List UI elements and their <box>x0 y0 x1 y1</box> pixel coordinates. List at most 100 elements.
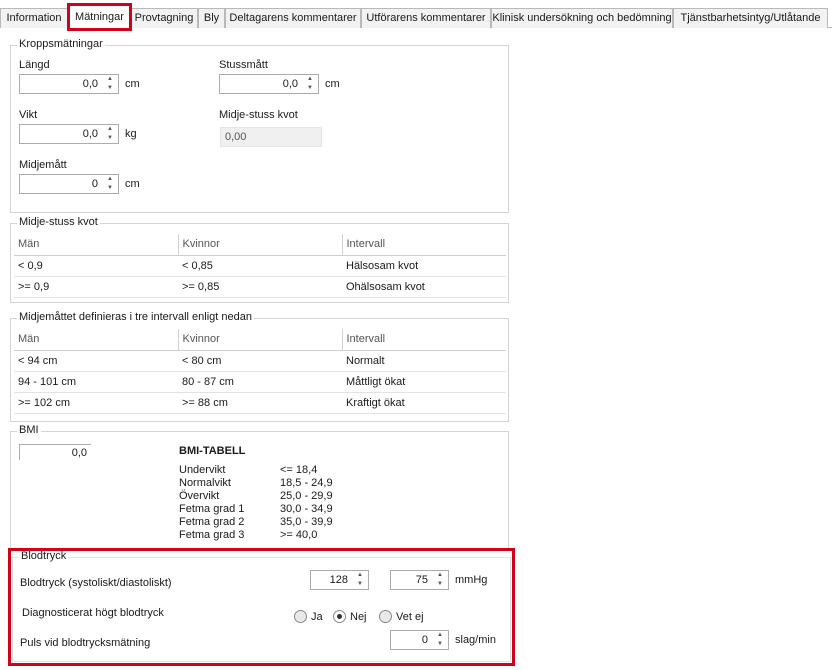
bmi-row: Fetma grad 2 35,0 - 39,9 <box>179 516 333 529</box>
arrow-down-icon[interactable]: ▼ <box>102 84 118 93</box>
puls-unit: slag/min <box>455 634 496 646</box>
bmi-category: Normalvikt <box>179 477 231 489</box>
spin-arrows[interactable]: ▲ ▼ <box>102 175 118 193</box>
spin-arrows[interactable]: ▲ ▼ <box>432 571 448 589</box>
arrow-down-icon[interactable]: ▼ <box>352 580 368 589</box>
spin-arrows[interactable]: ▲ ▼ <box>432 631 448 649</box>
table-cell: >= 0,85 <box>178 276 342 298</box>
arrow-up-icon[interactable]: ▲ <box>102 175 118 184</box>
tab-bly[interactable]: Bly <box>198 8 225 28</box>
tab-provtagning[interactable]: Provtagning <box>130 8 198 28</box>
radio-dot-icon[interactable] <box>379 610 392 623</box>
vikt-stepper[interactable]: 0,0 ▲ ▼ <box>19 124 119 144</box>
puls-stepper[interactable]: 0 ▲ ▼ <box>390 630 449 650</box>
arrow-up-icon[interactable]: ▲ <box>102 125 118 134</box>
table-cell: Kraftigt ökat <box>342 392 506 414</box>
radio-vet-ej[interactable]: Vet ej <box>379 610 424 623</box>
table-cell: Måttligt ökat <box>342 371 506 393</box>
table-row: >= 0,9 >= 0,85 Ohälsosam kvot <box>14 276 506 298</box>
bmi-category: Undervikt <box>179 464 226 476</box>
kvot-label: Midje-stuss kvot <box>219 109 298 121</box>
arrow-up-icon[interactable]: ▲ <box>352 571 368 580</box>
arrow-up-icon[interactable]: ▲ <box>432 571 448 580</box>
spin-arrows[interactable]: ▲ ▼ <box>102 125 118 143</box>
kvot-table: Män Kvinnor Intervall < 0,9 < 0,85 Hälso… <box>14 234 506 298</box>
arrow-down-icon[interactable]: ▼ <box>432 580 448 589</box>
bmi-row: Normalvikt 18,5 - 24,9 <box>179 477 333 490</box>
blodtryck-label: Blodtryck (systoliskt/diastoliskt) <box>20 577 172 589</box>
table-cell: >= 0,9 <box>14 276 178 298</box>
bmi-row: Undervikt <= 18,4 <box>179 464 333 477</box>
tab-klinisk-undersokning[interactable]: Klinisk undersökning och bedömning <box>491 8 673 28</box>
puls-value: 0 <box>421 634 428 646</box>
group-title: BMI <box>17 424 41 436</box>
tab-utforarens-kommentarer[interactable]: Utförarens kommentarer <box>361 8 491 28</box>
tab-matningar[interactable]: Mätningar <box>67 3 132 31</box>
stuss-value: 0,0 <box>282 78 298 90</box>
bmi-row: Fetma grad 3 >= 40,0 <box>179 529 333 542</box>
table-cell: Ohälsosam kvot <box>342 276 506 298</box>
bmi-category: Fetma grad 1 <box>179 503 245 515</box>
group-title: Blodtryck <box>19 550 69 562</box>
tab-tjanstbarhetsintyg[interactable]: Tjänstbarhetsintyg/Utlåtande <box>673 8 828 28</box>
bmi-range: 18,5 - 24,9 <box>280 477 333 489</box>
bmi-range: 30,0 - 34,9 <box>280 503 333 515</box>
midjematt-label: Midjemått <box>19 159 67 171</box>
vikt-unit: kg <box>125 128 137 140</box>
radio-ja[interactable]: Ja <box>294 610 323 623</box>
column-header: Intervall <box>342 329 506 351</box>
spin-arrows[interactable]: ▲ ▼ <box>102 75 118 93</box>
systolic-stepper[interactable]: 128 ▲ ▼ <box>310 570 369 590</box>
column-header: Män <box>14 234 179 256</box>
bmi-range: >= 40,0 <box>280 529 318 541</box>
arrow-up-icon[interactable]: ▲ <box>302 75 318 84</box>
group-title: Kroppsmätningar <box>17 38 105 50</box>
arrow-down-icon[interactable]: ▼ <box>432 640 448 649</box>
tab-information[interactable]: Information <box>0 8 68 28</box>
arrow-down-icon[interactable]: ▼ <box>102 184 118 193</box>
table-row: >= 102 cm >= 88 cm Kraftigt ökat <box>14 392 506 414</box>
arrow-up-icon[interactable]: ▲ <box>432 631 448 640</box>
column-header: Intervall <box>342 234 506 256</box>
spin-arrows[interactable]: ▲ ▼ <box>302 75 318 93</box>
bmi-row: Fetma grad 1 30,0 - 34,9 <box>179 503 333 516</box>
arrow-down-icon[interactable]: ▼ <box>302 84 318 93</box>
langd-value: 0,0 <box>82 78 98 90</box>
kvot-value: 0,00 <box>220 127 322 147</box>
midjematt-value: 0 <box>91 178 98 190</box>
puls-label: Puls vid blodtrycksmätning <box>20 637 151 649</box>
table-cell: 94 - 101 cm <box>14 371 178 393</box>
langd-label: Längd <box>19 59 50 71</box>
table-cell: >= 102 cm <box>14 392 178 414</box>
arrow-up-icon[interactable]: ▲ <box>102 75 118 84</box>
tab-deltagarens-kommentarer[interactable]: Deltagarens kommentarer <box>225 8 361 28</box>
diastolic-stepper[interactable]: 75 ▲ ▼ <box>390 570 449 590</box>
tab-bar: Information Mätningar Provtagning Bly De… <box>0 0 832 31</box>
stuss-unit: cm <box>325 78 340 90</box>
group-title: Midje-stuss kvot <box>17 216 100 228</box>
bmi-value: 0,0 <box>19 444 91 460</box>
vikt-value: 0,0 <box>82 128 98 140</box>
radio-nej[interactable]: Nej <box>333 610 367 623</box>
table-cell: 80 - 87 cm <box>178 371 342 393</box>
midjematt-table: Män Kvinnor Intervall < 94 cm < 80 cm No… <box>14 329 506 414</box>
midjematt-stepper[interactable]: 0 ▲ ▼ <box>19 174 119 194</box>
table-cell: Normalt <box>342 350 506 372</box>
stuss-stepper[interactable]: 0,0 ▲ ▼ <box>219 74 319 94</box>
spin-arrows[interactable]: ▲ ▼ <box>352 571 368 589</box>
column-header: Kvinnor <box>178 234 343 256</box>
arrow-down-icon[interactable]: ▼ <box>102 134 118 143</box>
radio-dot-selected-icon[interactable] <box>333 610 346 623</box>
bmi-category: Fetma grad 2 <box>179 516 245 528</box>
bmi-range: <= 18,4 <box>280 464 318 476</box>
midjematt-unit: cm <box>125 178 140 190</box>
bmi-category: Fetma grad 3 <box>179 529 245 541</box>
diagnos-label: Diagnosticerat högt blodtryck <box>22 607 164 619</box>
radio-dot-icon[interactable] <box>294 610 307 623</box>
diastolic-value: 75 <box>415 574 428 586</box>
table-cell: Hälsosam kvot <box>342 255 506 277</box>
table-cell: < 0,85 <box>178 255 342 277</box>
systolic-value: 128 <box>329 574 348 586</box>
bmi-row: Övervikt 25,0 - 29,9 <box>179 490 333 503</box>
langd-stepper[interactable]: 0,0 ▲ ▼ <box>19 74 119 94</box>
